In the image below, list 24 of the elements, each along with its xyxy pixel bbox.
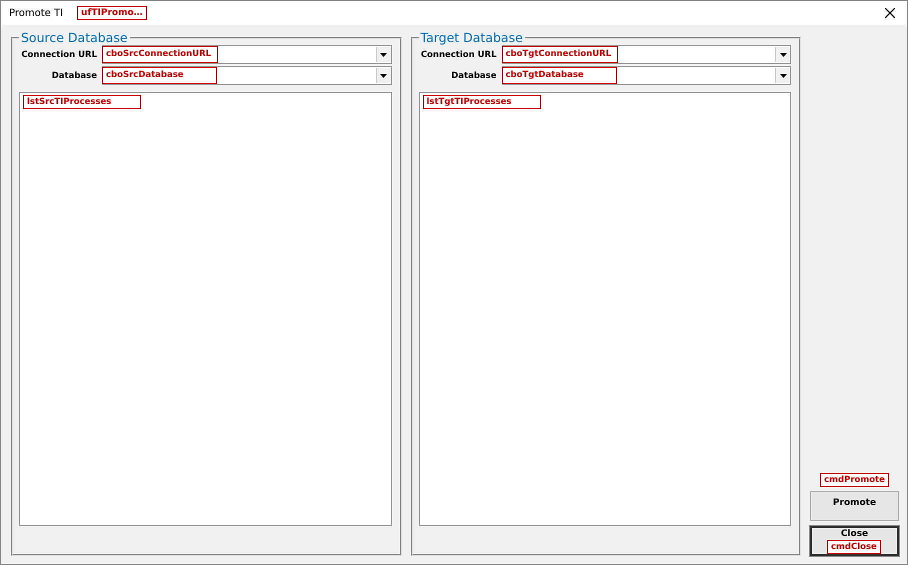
control-name-tag: cboSrcDatabase bbox=[102, 67, 217, 84]
close-icon[interactable] bbox=[885, 8, 895, 18]
control-name-tag: cboSrcConnectionURL bbox=[102, 46, 218, 63]
control-name-tag: lstTgtTIProcesses bbox=[422, 95, 540, 109]
control-name-tag: cmdClose bbox=[827, 540, 881, 554]
window-title: Promote TI bbox=[9, 8, 64, 18]
combo-box[interactable]: cboSrcDatabase bbox=[102, 66, 392, 85]
group-title: Source Database bbox=[19, 30, 130, 45]
list-box[interactable]: lstTgtTIProcesses bbox=[418, 92, 791, 526]
form-name-tag: ufTIPromo… bbox=[77, 6, 147, 20]
field-label: Database bbox=[50, 70, 97, 80]
field-label: Database bbox=[450, 70, 496, 80]
combo-box[interactable]: cboTgtConnectionURL bbox=[502, 45, 791, 64]
list-box[interactable]: lstSrcTIProcesses bbox=[19, 92, 392, 526]
control-name-tag: cboTgtDatabase bbox=[502, 67, 616, 84]
command-button[interactable]: Promote bbox=[810, 491, 899, 521]
group-title: Target Database bbox=[418, 30, 525, 45]
control-name-tag: cmdPromote bbox=[820, 473, 889, 487]
control-name-tag: cboTgtConnectionURL bbox=[502, 46, 618, 63]
combo-box[interactable]: cboSrcConnectionURL bbox=[102, 45, 392, 64]
field-label: Connection URL bbox=[20, 50, 97, 60]
combo-box[interactable]: cboTgtDatabase bbox=[502, 66, 791, 85]
control-name-tag: lstSrcTIProcesses bbox=[23, 95, 141, 109]
field-label: Connection URL bbox=[420, 50, 496, 60]
